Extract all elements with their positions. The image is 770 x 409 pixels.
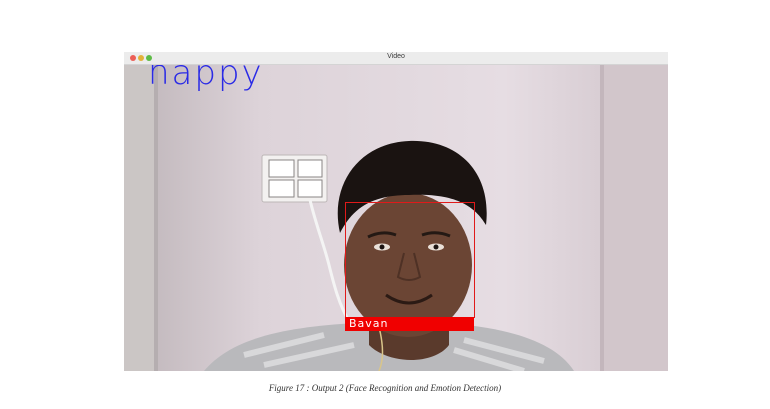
video-window: Video happy Bavan bbox=[124, 52, 668, 371]
figure-caption: Figure 17 : Output 2 (Face Recognition a… bbox=[268, 383, 502, 393]
door-frame-right bbox=[602, 65, 668, 371]
camera-feed: happy Bavan bbox=[124, 65, 668, 371]
door-frame-left bbox=[124, 65, 156, 371]
face-bounding-box bbox=[345, 202, 475, 318]
light-switch-plate bbox=[261, 154, 328, 203]
window-titlebar[interactable]: Video bbox=[124, 52, 668, 65]
window-title: Video bbox=[387, 53, 405, 60]
name-label-bar: Bavan bbox=[345, 317, 474, 331]
emotion-label: happy bbox=[148, 65, 264, 93]
recognized-name: Bavan bbox=[349, 317, 389, 330]
